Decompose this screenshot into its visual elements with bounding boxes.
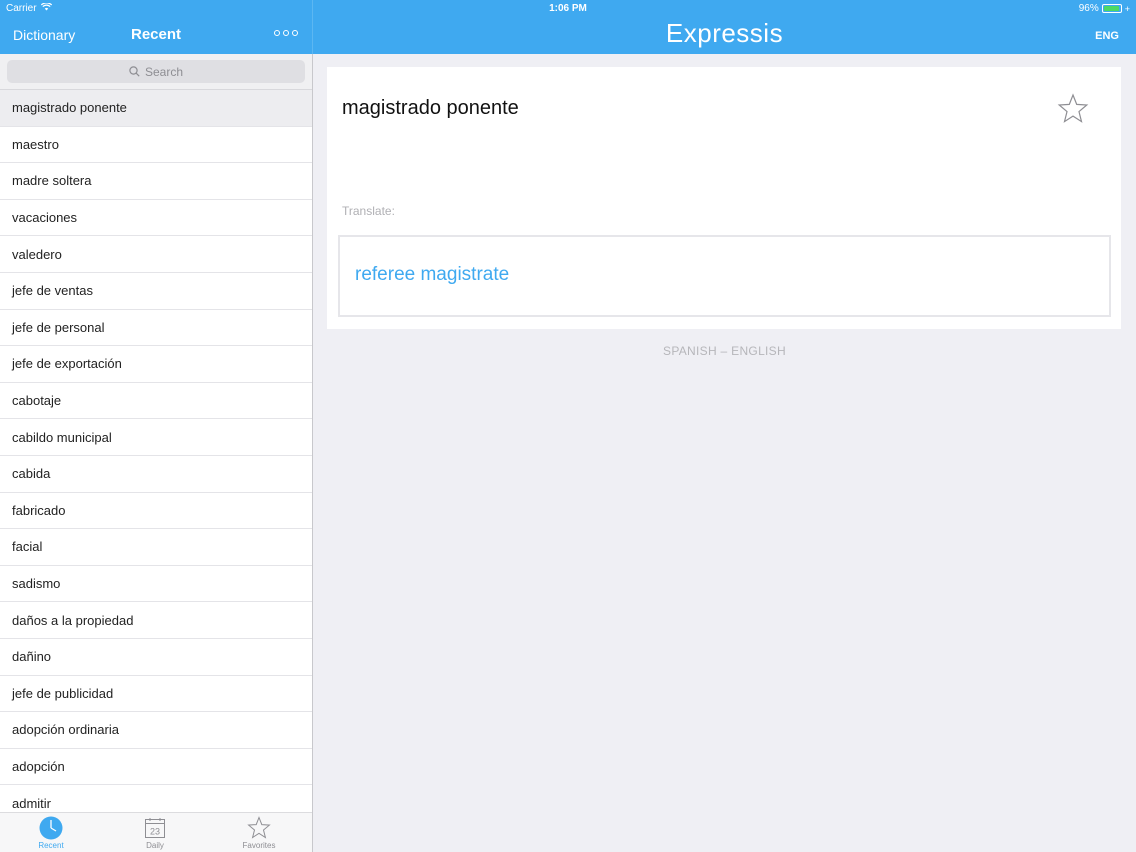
sidebar-title: Recent [130, 26, 182, 43]
list-item[interactable]: madre soltera [0, 163, 312, 200]
list-item[interactable]: cabildo municipal [0, 419, 312, 456]
list-item[interactable]: sadismo [0, 565, 312, 603]
list-item[interactable]: adopción ordinaria [0, 712, 312, 749]
sidebar: Search magistrado ponente maestro madre so… [0, 54, 312, 852]
battery-fill [1103, 6, 1120, 11]
language-pair: SPANISH – ENGLISH [663, 344, 786, 358]
list-item[interactable]: maestro [0, 126, 312, 164]
list-item[interactable]: dañino [0, 638, 312, 676]
list-item[interactable]: magistrado ponente [0, 90, 312, 127]
translation-box: referee magistrate [338, 235, 1111, 317]
list-item[interactable]: facial [0, 529, 312, 566]
favorite-star-icon[interactable] [1057, 93, 1089, 130]
calendar-icon: 23 [125, 815, 185, 841]
tab-daily[interactable]: 23 Daily [125, 815, 185, 850]
entry-card: magistrado ponente Translate: referee ma… [327, 67, 1121, 329]
tab-bar: Recent 23 Daily Favorites [0, 812, 312, 852]
more-icon[interactable] [274, 30, 298, 36]
entry-word: magistrado ponente [342, 97, 519, 119]
tab-recent[interactable]: Recent [21, 815, 81, 850]
list-item[interactable]: cabotaje [0, 382, 312, 420]
battery-percent: 96% [1078, 3, 1099, 14]
charging-icon: + [1124, 3, 1130, 14]
star-icon [229, 815, 289, 841]
status-time: 1:06 PM [549, 3, 587, 14]
list-item[interactable]: cabida [0, 455, 312, 493]
search-input[interactable]: Search [7, 60, 305, 83]
list-item[interactable]: jefe de publicidad [0, 675, 312, 713]
app-title: Expressis [665, 18, 784, 48]
tab-daily-label: Daily [146, 841, 164, 850]
list-item[interactable]: jefe de personal [0, 309, 312, 347]
translation-text[interactable]: referee magistrate [355, 264, 509, 286]
list-item[interactable]: vacaciones [0, 199, 312, 237]
sidebar-nav-bar: Dictionary Recent [0, 18, 312, 54]
search-bar: Search [0, 54, 312, 90]
translate-label: Translate: [342, 204, 395, 218]
list-item[interactable]: fabricado [0, 492, 312, 530]
tab-favorites-label: Favorites [242, 841, 276, 850]
language-button[interactable]: ENG [1095, 30, 1119, 42]
list-item[interactable]: jefe de exportación [0, 346, 312, 383]
battery-indicator: 96% + [1079, 3, 1130, 14]
clock-icon [21, 815, 81, 841]
tab-recent-label: Recent [38, 841, 64, 850]
top-bar: Carrier 1:06 PM 96% + Dictionary Recent … [0, 0, 1136, 54]
list-item[interactable]: daños a la propiedad [0, 602, 312, 639]
recent-list: magistrado ponente maestro madre soltera va… [0, 90, 312, 822]
tab-favorites[interactable]: Favorites [229, 815, 289, 850]
search-icon [129, 66, 140, 77]
split-divider-top [312, 0, 313, 54]
split-divider [312, 0, 313, 852]
list-item[interactable]: adopción [0, 748, 312, 786]
search-placeholder: Search [144, 64, 184, 79]
calendar-day: 23 [150, 827, 160, 837]
list-item[interactable]: valedero [0, 236, 312, 273]
status-bar: Carrier 1:06 PM 96% + [0, 0, 1136, 18]
list-item[interactable]: jefe de ventas [0, 272, 312, 310]
battery-icon [1101, 4, 1122, 13]
